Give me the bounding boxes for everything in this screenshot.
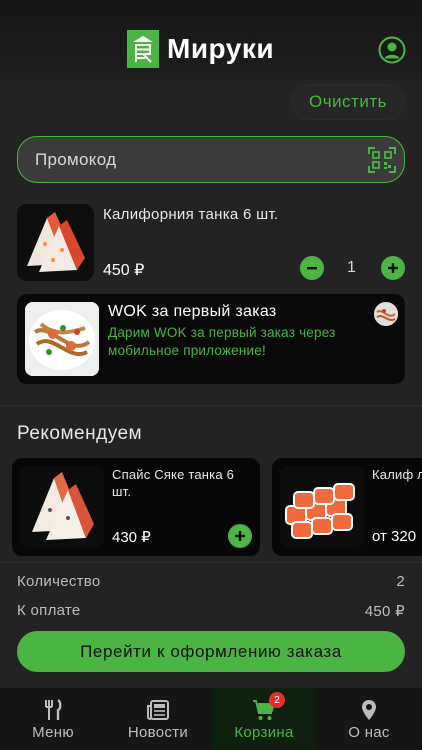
location-pin-icon [357,698,381,722]
summary-quantity-row: Количество 2 [17,573,405,590]
brand-name: Мируки [167,33,275,64]
cart-item: Калифорния танка 6 шт. 450 ₽ 1 [17,204,405,282]
recommended-name: Калиф лососе [372,467,422,482]
fork-knife-icon [41,698,65,722]
tab-label: Новости [127,724,189,741]
cart-item-image [17,204,94,281]
cart-badge: 2 [269,692,285,708]
app-header: Мируки [0,0,422,80]
tab-label: Меню [32,724,74,741]
qr-scan-icon[interactable] [368,147,396,173]
quantity-label: Количество [17,573,101,590]
clear-cart-button[interactable]: Очистить [291,84,405,120]
cart-item-price: 450 ₽ [103,262,145,279]
promo-code-input[interactable]: Промокод [17,136,405,183]
logo-mark-icon [127,30,159,68]
recommended-image [20,466,104,548]
total-label: К оплате [17,602,81,619]
tab-cart[interactable]: 2 Корзина [211,688,317,750]
summary-total-row: К оплате 450 ₽ [17,602,405,620]
cart-item-name: Калифорния танка 6 шт. [103,206,279,223]
promo-mini-thumbnail [374,302,398,326]
profile-icon[interactable] [378,36,406,64]
quantity-total: 2 [396,573,405,590]
checkout-button[interactable]: Перейти к оформлению заказа [17,631,405,672]
section-divider [0,562,422,563]
brand-logo: Мируки [127,30,274,68]
promo-banner[interactable]: WOK за первый заказ Дарим WOK за первый … [17,294,405,384]
section-divider [0,405,422,406]
promo-banner-image [25,302,99,376]
decrease-quantity-button[interactable] [300,256,324,280]
promo-placeholder: Промокод [35,150,117,169]
recommended-title: Рекомендуем [17,423,143,444]
recommended-name: Спайс Сяке танка 6 шт. [112,467,234,499]
total-value: 450 ₽ [364,603,405,620]
tab-news[interactable]: Новости [105,688,211,750]
recommended-price: 430 ₽ [112,529,151,546]
quantity-value: 1 [347,259,356,276]
recommended-image [280,466,364,548]
tab-label: Корзина [234,724,294,741]
tab-menu[interactable]: Меню [0,688,106,750]
tab-label: О нас [348,724,390,741]
recommended-price: от 320 [372,528,417,545]
increase-quantity-button[interactable] [381,256,405,280]
newspaper-icon [146,698,170,722]
add-to-cart-button[interactable] [228,524,252,548]
promo-banner-title: WOK за первый заказ [108,303,277,320]
bottom-tab-bar: Меню Новости 2 Корзина О нас [0,688,422,750]
tab-about[interactable]: О нас [316,688,422,750]
recommended-card[interactable]: Калиф лососе от 320 [272,458,422,556]
promo-banner-description: Дарим WOK за первый заказ через мобильно… [108,325,336,358]
recommended-card[interactable]: Спайс Сяке танка 6 шт. 430 ₽ [12,458,260,556]
